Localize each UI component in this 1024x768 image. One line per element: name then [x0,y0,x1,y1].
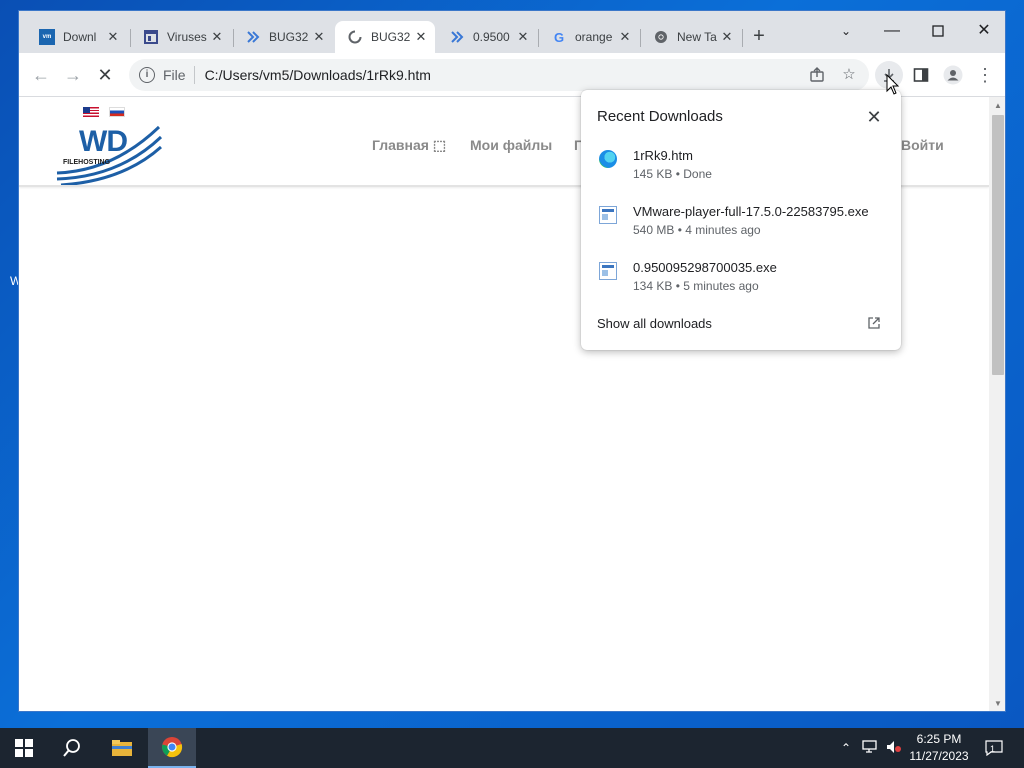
tab-viruses[interactable]: Viruses ✕ [131,21,231,53]
edge-icon [599,150,617,168]
show-all-downloads-link[interactable]: Show all downloads [597,316,712,331]
menu-item-home[interactable]: Главная ⬚ [372,137,446,154]
downloads-popup-title: Recent Downloads [597,108,723,125]
exe-icon [599,262,617,280]
minimize-button[interactable]: — [869,17,915,45]
language-flags [83,107,125,117]
bookmark-star-icon[interactable]: ☆ [835,61,863,89]
page-scrollbar[interactable]: ▲ ▼ [989,97,1005,711]
url-scheme-label: File [163,67,186,83]
back-button[interactable]: ← [27,61,55,89]
tab-strip: vm Downl ✕ Viruses ✕ BUG32 ✕ BUG32 ✕ 0.9… [19,11,1005,53]
tab-title: orange [575,30,613,44]
address-bar[interactable]: i File C:/Users/vm5/Downloads/1rRk9.htm [129,59,869,91]
logo-subtitle: FILEHOSTING [63,159,111,166]
download-filename: 0.950095298700035.exe [633,260,777,275]
logo-wordmark: WD [79,125,128,158]
window-icon [143,29,159,45]
close-icon[interactable]: ✕ [863,106,885,128]
volume-muted-icon[interactable] [886,740,902,756]
download-meta: 540 MB • 4 minutes ago [633,223,761,237]
vmware-icon: vm [39,29,55,45]
tab-title: New Ta [677,30,717,44]
scrollbar-thumb[interactable] [992,115,1004,375]
stop-loading-button[interactable]: ✕ [91,61,119,89]
tab-title: BUG32 [371,30,411,44]
system-clock[interactable]: 6:25 PM 11/27/2023 [904,731,974,765]
menu-item-login[interactable]: Войти [901,137,944,153]
spinner-icon [347,29,363,45]
us-flag-icon[interactable] [83,107,99,117]
profile-avatar-icon[interactable] [939,61,967,89]
side-panel-icon[interactable] [907,61,935,89]
forward-button[interactable]: → [59,61,87,89]
menu-item-my-files[interactable]: Мои файлы [470,137,552,153]
download-meta: 134 KB • 5 minutes ago [633,279,759,293]
google-icon: G [553,29,565,45]
tab-title: Viruses [167,30,207,44]
close-icon[interactable]: ✕ [515,29,531,45]
tab-title: 0.9500 [473,30,510,44]
kebab-menu-icon[interactable]: ⋮ [971,61,999,89]
clock-date: 11/27/2023 [909,749,969,763]
close-window-button[interactable]: ✕ [961,17,1005,45]
chevrons-icon [245,29,261,45]
download-item[interactable]: 1rRk9.htm 145 KB • Done [597,148,887,192]
downloads-popup: Recent Downloads ✕ 1rRk9.htm 145 KB • Do… [581,90,901,350]
chevron-up-icon[interactable]: ⌃ [838,740,854,756]
start-button[interactable] [0,728,48,768]
tab-title: BUG32 [269,30,309,44]
notification-center-icon[interactable]: 1 [984,740,1004,757]
close-icon[interactable]: ✕ [209,29,225,45]
download-item[interactable]: VMware-player-full-17.5.0-22583795.exe 5… [597,204,887,248]
url-text[interactable]: C:/Users/vm5/Downloads/1rRk9.htm [205,67,431,83]
scroll-up-arrow-icon[interactable]: ▲ [993,101,1003,111]
chrome-taskbar-icon[interactable] [148,728,196,768]
clock-time: 6:25 PM [916,732,962,746]
mouse-cursor-icon [886,73,900,96]
tab-new-tab[interactable]: New Ta ✕ [641,21,741,53]
tab-orange[interactable]: G orange ✕ [539,21,639,53]
chevrons-icon [449,29,465,45]
close-icon[interactable]: ✕ [719,29,735,45]
tab-downloads[interactable]: vm Downl ✕ [27,21,127,53]
exe-icon [599,206,617,224]
tab-search-icon[interactable]: ⌄ [823,17,869,45]
download-filename: 1rRk9.htm [633,148,693,163]
notification-count: 1 [990,744,996,754]
scroll-down-arrow-icon[interactable]: ▼ [993,699,1003,709]
close-icon[interactable]: ✕ [311,29,327,45]
download-filename: VMware-player-full-17.5.0-22583795.exe [633,204,869,219]
download-meta: 145 KB • Done [633,167,712,181]
taskbar: ⌃ 6:25 PM 11/27/2023 1 [0,728,1024,768]
chrome-icon [653,29,669,45]
site-logo[interactable]: WD FILEHOSTING [53,121,163,185]
info-icon[interactable]: i [139,67,155,83]
tab-bug32-a[interactable]: BUG32 ✕ [233,21,333,53]
tab-bug32-active[interactable]: BUG32 ✕ [335,21,435,53]
file-explorer-icon[interactable] [98,728,146,768]
close-icon[interactable]: ✕ [413,29,429,45]
open-external-icon[interactable] [867,316,881,330]
tab-0950[interactable]: 0.9500 ✕ [437,21,537,53]
search-icon[interactable] [48,728,96,768]
download-item[interactable]: 0.950095298700035.exe 134 KB • 5 minutes… [597,260,887,304]
new-tab-button[interactable]: + [747,25,771,49]
close-icon[interactable]: ✕ [617,29,633,45]
ru-flag-icon[interactable] [109,107,125,117]
tab-title: Downl [63,30,97,44]
network-icon[interactable] [862,740,878,756]
close-icon[interactable]: ✕ [105,29,121,45]
share-icon[interactable] [803,61,831,89]
maximize-button[interactable] [915,17,961,45]
